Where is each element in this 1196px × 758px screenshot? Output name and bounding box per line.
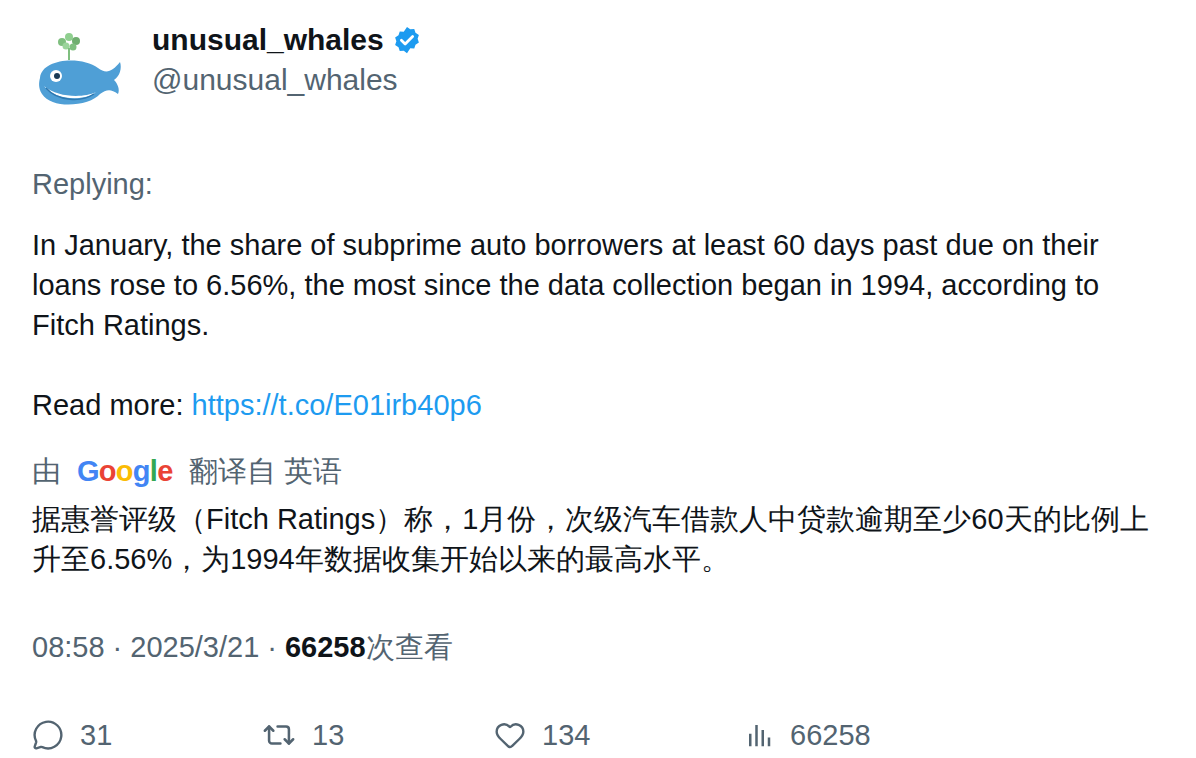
views-button[interactable]: 66258: [744, 715, 871, 755]
author-handle[interactable]: @unusual_whales: [152, 60, 422, 100]
tweet-page: unusual_whales@unusual_whales Replying: In…: [0, 0, 1196, 758]
translation-label[interactable]: 由Google翻译自 英语: [32, 451, 1164, 491]
action-bar: 311313466258: [32, 715, 1164, 755]
reply-label: Replying:: [32, 164, 1164, 204]
tweet-meta: 08:58·2025/3/21·66258次查看: [32, 627, 1164, 667]
read-more: Read more: https://t.co/E01irb40p6: [32, 385, 1164, 425]
views-chart-icon: [744, 720, 774, 750]
view-count: 66258次查看: [285, 627, 453, 667]
tweet-header: unusual_whales@unusual_whales: [32, 20, 1164, 124]
whale-avatar-icon[interactable]: [32, 28, 128, 124]
reply-icon: [32, 719, 64, 751]
google-logo: Google: [77, 451, 173, 491]
tweet-body: In January, the share of subprime auto b…: [32, 225, 1164, 345]
tweet-date[interactable]: 2025/3/21: [130, 627, 259, 667]
read-more-link[interactable]: https://t.co/E01irb40p6: [192, 389, 482, 421]
reply-button[interactable]: 31: [32, 715, 262, 755]
like-button[interactable]: 134: [494, 715, 744, 755]
retweet-button[interactable]: 13: [262, 715, 494, 755]
verified-badge-icon: [392, 25, 422, 55]
tweet-time[interactable]: 08:58: [32, 627, 105, 667]
author-name[interactable]: unusual_whales: [152, 20, 384, 60]
like-icon: [494, 719, 526, 751]
retweet-icon: [262, 718, 296, 752]
translated-text: 据惠誉评级（Fitch Ratings）称，1月份，次级汽车借款人中贷款逾期至少…: [32, 499, 1164, 579]
